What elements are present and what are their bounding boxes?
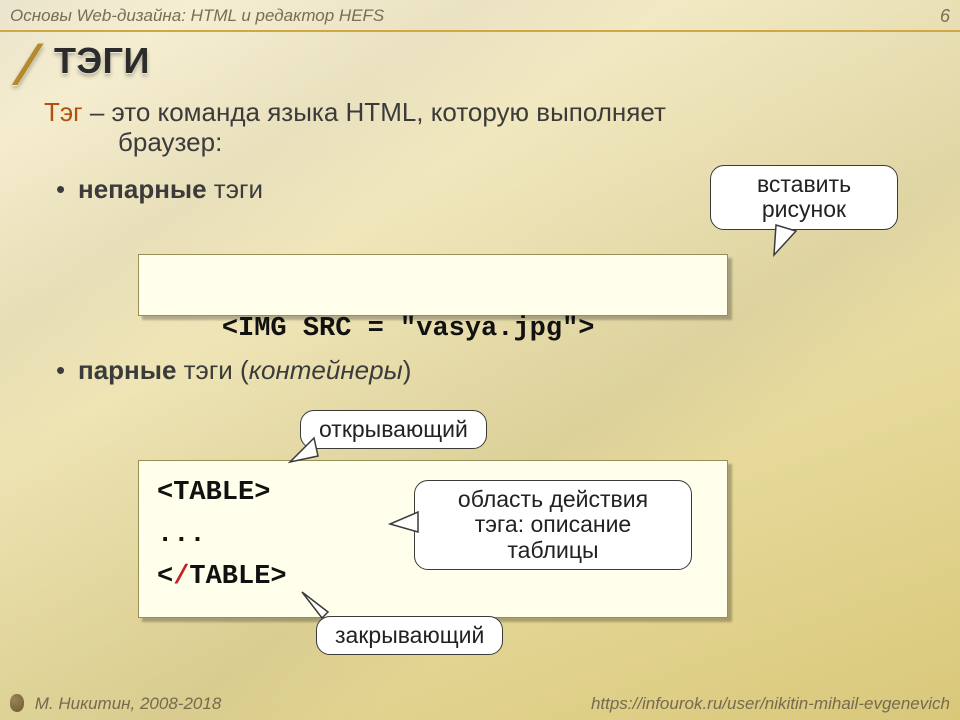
callout-insert-line2: рисунок — [762, 196, 846, 222]
callout-opening: открывающий — [300, 410, 487, 449]
footer-author: М. Никитин, 2008-2018 — [10, 694, 221, 714]
callout-insert-image: вставить рисунок — [710, 165, 898, 230]
callout-scope: область действия тэга: описание таблицы — [414, 480, 692, 570]
header: Основы Web-дизайна: HTML и редактор HEFS… — [10, 4, 950, 28]
callout-scope-line1: область действия — [458, 486, 648, 512]
callout-opening-tail-icon — [288, 438, 322, 468]
slide-title: ⁄ ТЭГИ — [0, 40, 960, 92]
title-text: ТЭГИ — [54, 40, 150, 82]
bullet-paired: парные тэги (контейнеры) — [78, 355, 914, 386]
callout-closing: закрывающий — [316, 616, 503, 655]
bullet-unpaired-rest: тэги — [207, 174, 263, 204]
footer: М. Никитин, 2008-2018 https://infourok.r… — [10, 694, 950, 714]
page-number: 6 — [940, 6, 950, 27]
lead-definition: Тэг – это команда языка HTML, которую вы… — [44, 98, 914, 158]
bullet-paired-close: ) — [403, 355, 412, 385]
lead-line2: браузер: — [118, 128, 222, 158]
title-accent-icon: ⁄ — [20, 36, 36, 92]
breadcrumb: Основы Web-дизайна: HTML и редактор HEFS — [10, 6, 384, 26]
code-box-img: <IMG SRC = "vasya.jpg"> — [138, 254, 728, 316]
slide: Основы Web-дизайна: HTML и редактор HEFS… — [0, 0, 960, 720]
bullet-unpaired-bold: непарные — [78, 174, 207, 204]
callout-scope-line2: тэга: описание — [475, 511, 631, 537]
lead-line1: – это команда языка HTML, которую выполн… — [83, 97, 666, 127]
code-table-close-rest: TABLE> — [189, 562, 286, 592]
footer-url: https://infourok.ru/user/nikitin-mihail-… — [591, 694, 950, 714]
code-img-text: <IMG SRC = "vasya.jpg"> — [222, 314, 595, 344]
callout-opening-text: открывающий — [319, 416, 468, 442]
header-divider — [0, 30, 960, 32]
callout-insert-line1: вставить — [757, 171, 851, 197]
callout-scope-tail-icon — [388, 510, 422, 538]
code-table-slash: / — [173, 562, 189, 592]
code-table-line1: <TABLE> — [157, 478, 270, 508]
callout-scope-line3: таблицы — [507, 537, 598, 563]
footer-logo-icon — [10, 694, 24, 712]
callout-closing-text: закрывающий — [335, 622, 484, 648]
code-table-close-open: < — [157, 562, 173, 592]
term-tag: Тэг — [44, 97, 83, 127]
callout-insert-tail-icon — [772, 225, 802, 261]
bullet-paired-italic: контейнеры — [249, 355, 403, 385]
code-table-line2: ... — [157, 520, 206, 550]
callout-closing-tail-icon — [298, 588, 332, 620]
footer-author-text: М. Никитин, 2008-2018 — [35, 694, 222, 713]
